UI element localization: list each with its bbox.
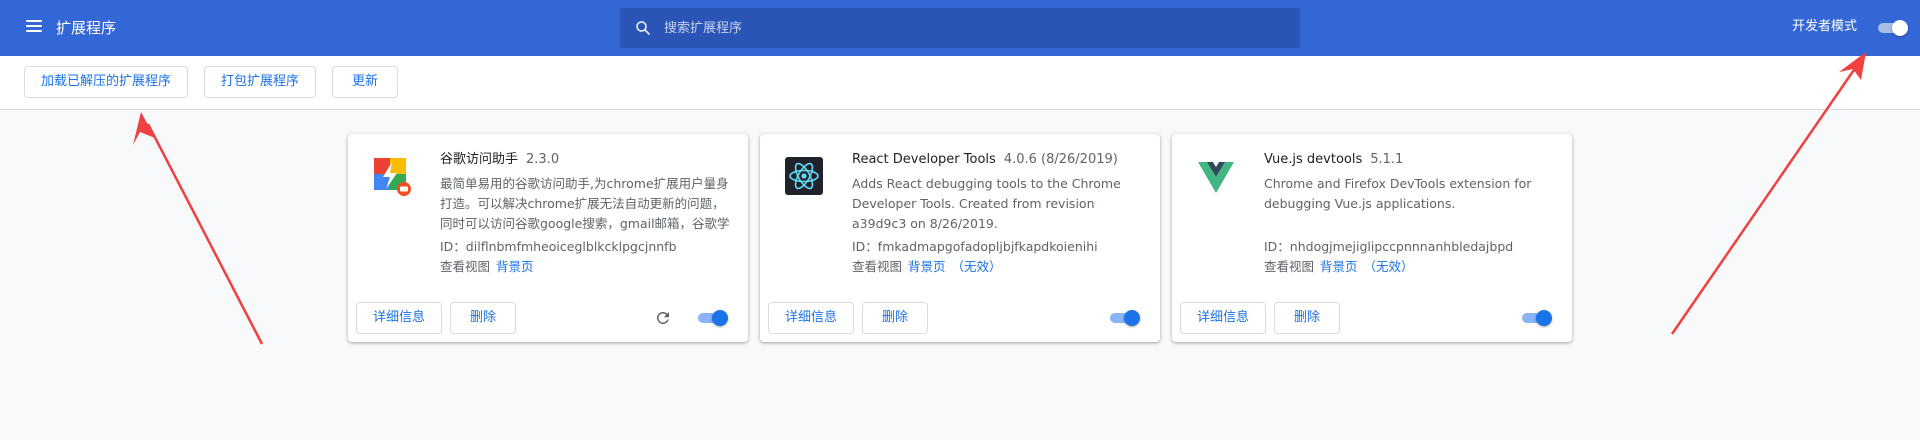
extension-description: Chrome and Firefox DevTools extension fo…: [1264, 176, 1532, 211]
developer-toolbar: 加载已解压的扩展程序 打包扩展程序 更新: [0, 56, 1920, 110]
page-title: 扩展程序: [56, 19, 117, 37]
extension-card: React Developer Tools 4.0.6 (8/26/2019) A…: [760, 134, 1160, 342]
google-helper-icon: [374, 158, 411, 196]
details-button[interactable]: 详细信息: [1180, 302, 1266, 334]
invalid-label: （无效）: [951, 259, 1002, 274]
extension-id: ID：dilflnbmfmheoiceglblkcklpgcjnnfb: [440, 239, 677, 254]
background-page-link[interactable]: 背景页: [496, 259, 534, 274]
remove-button[interactable]: 删除: [862, 302, 928, 334]
remove-button[interactable]: 删除: [1274, 302, 1340, 334]
search-box[interactable]: [620, 8, 1300, 48]
pack-extension-button[interactable]: 打包扩展程序: [204, 66, 316, 98]
extension-card: Vue.js devtools 5.1.1 Chrome and Firefox …: [1172, 134, 1572, 342]
enable-toggle[interactable]: [1520, 309, 1552, 327]
update-button[interactable]: 更新: [332, 66, 398, 98]
search-input[interactable]: [664, 8, 1284, 48]
developer-mode-label: 开发者模式: [1792, 19, 1858, 34]
inspect-views: 查看视图 背景页: [440, 259, 534, 274]
invalid-label: （无效）: [1363, 259, 1414, 274]
extension-id: ID：fmkadmapgofadopljbjfkapdkoienihi: [852, 239, 1098, 254]
extension-description: 最简单易用的谷歌访问助手,为chrome扩展用户量身打造。可以解决chrome扩…: [440, 176, 730, 231]
react-logo-icon: [785, 157, 823, 195]
details-button[interactable]: 详细信息: [768, 302, 854, 334]
hamburger-menu-icon[interactable]: [26, 20, 42, 33]
arrow-to-load-unpacked: [133, 112, 264, 345]
extension-version: 2.3.0: [526, 152, 560, 167]
developer-mode-toggle[interactable]: [1876, 19, 1908, 37]
background-page-link[interactable]: 背景页: [1320, 259, 1358, 274]
extension-description: Adds React debugging tools to the Chrome…: [852, 176, 1121, 231]
inspect-views: 查看视图 背景页 （无效）: [1264, 259, 1414, 274]
enable-toggle[interactable]: [1108, 309, 1140, 327]
reload-icon[interactable]: [654, 309, 672, 327]
extension-version: 4.0.6 (8/26/2019): [1003, 152, 1118, 167]
extension-name: React Developer Tools 4.0.6 (8/26/2019): [852, 152, 1118, 167]
extension-name: Vue.js devtools 5.1.1: [1264, 152, 1404, 167]
details-button[interactable]: 详细信息: [356, 302, 442, 334]
background-page-link[interactable]: 背景页: [908, 259, 946, 274]
vue-logo-icon: [1198, 162, 1234, 193]
search-icon: [636, 21, 650, 35]
extension-id: ID：nhdogjmejiglipccpnnnanhbledajbpd: [1264, 239, 1514, 254]
extension-version: 5.1.1: [1370, 152, 1404, 167]
extension-card: 谷歌访问助手 2.3.0 最简单易用的谷歌访问助手,为chrome扩展用户量身打造…: [348, 134, 748, 342]
remove-button[interactable]: 删除: [450, 302, 516, 334]
inspect-views: 查看视图 背景页 （无效）: [852, 259, 1002, 274]
extension-name: 谷歌访问助手 2.3.0: [440, 152, 560, 167]
top-bar: 扩展程序 开发者模式: [0, 0, 1920, 56]
load-unpacked-button[interactable]: 加载已解压的扩展程序: [24, 66, 188, 98]
enable-toggle[interactable]: [696, 309, 728, 327]
